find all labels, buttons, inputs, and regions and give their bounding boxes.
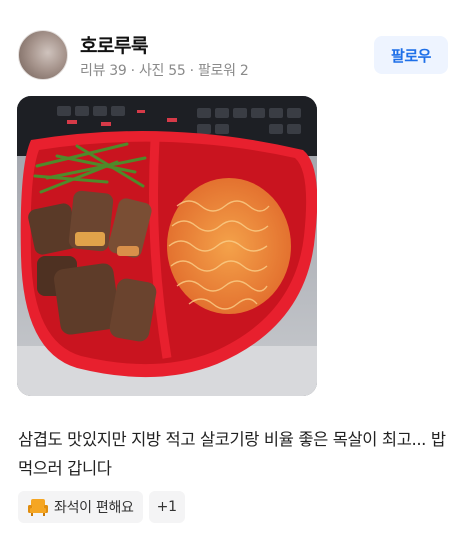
reviewer-name[interactable]: 호로루룩: [80, 31, 148, 58]
review-photo[interactable]: [17, 96, 317, 396]
food-photo-icon: [17, 96, 317, 396]
reviewer-header: 호로루룩 리뷰 39 · 사진 55 · 팔로워 2 팔로우: [18, 28, 448, 84]
tag-more-button[interactable]: +1: [148, 491, 185, 523]
avatar[interactable]: [18, 30, 68, 80]
tag-seat-label: 좌석이 편해요: [54, 500, 134, 516]
follow-button[interactable]: 팔로우: [374, 36, 448, 74]
review-text: 삼겹도 맛있지만 지방 적고 살코기랑 비율 좋은 목살이 최고... 밥먹으러…: [18, 430, 446, 478]
reviewer-stats: 리뷰 39 · 사진 55 · 팔로워 2: [80, 63, 249, 79]
seat-icon: [27, 497, 49, 517]
tag-seat[interactable]: 좌석이 편해요: [18, 491, 143, 523]
review-tags: 좌석이 편해요 +1: [18, 491, 185, 523]
